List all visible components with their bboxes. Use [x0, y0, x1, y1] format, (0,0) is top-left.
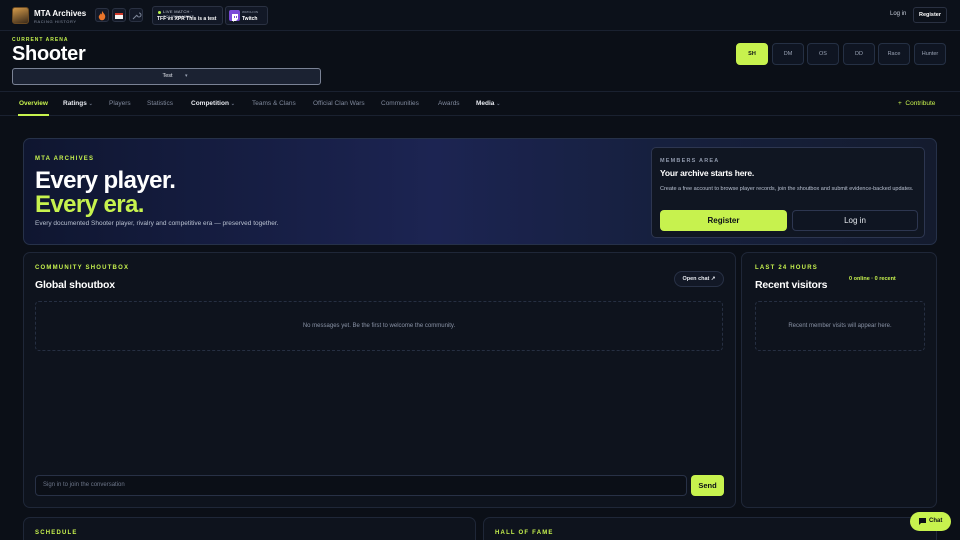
chat-bubble-icon — [919, 518, 926, 525]
hero-headline-line2: Every era. — [35, 191, 144, 218]
shoutbox-messages: No messages yet. Be the first to welcome… — [35, 301, 723, 351]
live-dot-icon — [158, 11, 161, 14]
nav-players[interactable]: Players — [109, 100, 131, 107]
caret-icon: ▾ — [185, 73, 188, 79]
mode-tab-race[interactable]: Race — [878, 43, 910, 65]
visitors-title: Recent visitors — [755, 279, 828, 291]
shoutbox-input-placeholder: Sign in to join the conversation — [43, 482, 125, 488]
login-button[interactable]: Log in — [792, 210, 918, 231]
nav-media-label: Media — [476, 100, 495, 107]
twitch-sub: WATCH ON — [242, 10, 258, 14]
live-match-badge[interactable]: LIVE MATCH · TOURNAMENT TFF vs XPR This … — [152, 6, 223, 25]
nav-ratings[interactable]: Ratings ⌄ — [63, 100, 93, 107]
nav-statistics[interactable]: Statistics — [147, 100, 173, 107]
site-logo[interactable] — [12, 7, 29, 24]
mode-tab-hunter[interactable]: Hunter — [914, 43, 946, 65]
send-button[interactable]: Send — [691, 475, 724, 496]
members-label: MEMBERS AREA — [660, 158, 720, 164]
arena-select-value: Test — [162, 73, 173, 79]
arena-title: Shooter — [12, 43, 86, 65]
nav-overview[interactable]: Overview — [19, 100, 48, 107]
nav-competition-label: Competition — [191, 100, 229, 107]
nav-teams-clans[interactable]: Teams & Clans — [252, 100, 296, 107]
plus-icon: + — [898, 100, 902, 107]
visitors-label: LAST 24 HOURS — [755, 265, 818, 271]
mode-tab-sh[interactable]: SH — [736, 43, 768, 65]
mode-tab-dm[interactable]: DM — [772, 43, 804, 65]
shoutbox-card: COMMUNITY SHOUTBOX Global shoutbox Open … — [23, 252, 736, 508]
members-description: Create a free account to browse player r… — [660, 186, 914, 192]
shoutbox-title: Global shoutbox — [35, 279, 115, 291]
nav-ratings-label: Ratings — [63, 100, 87, 107]
schedule-label: SCHEDULE — [35, 530, 78, 536]
register-button[interactable]: Register — [660, 210, 787, 231]
nav-competition[interactable]: Competition ⌄ — [191, 100, 235, 107]
nav-media[interactable]: Media ⌄ — [476, 100, 500, 107]
nav-official-clan-wars[interactable]: Official Clan Wars — [313, 100, 365, 107]
nav-active-indicator — [18, 114, 49, 116]
members-title: Your archive starts here. — [660, 168, 755, 178]
wrench-icon[interactable] — [129, 8, 143, 22]
mode-tab-os[interactable]: OS — [807, 43, 839, 65]
shoutbox-empty-text: No messages yet. Be the first to welcome… — [302, 323, 456, 329]
twitch-name: Twitch — [242, 16, 258, 22]
contribute-link[interactable]: + Contribute — [898, 100, 935, 107]
members-area-panel: MEMBERS AREA Your archive starts here. C… — [651, 147, 925, 238]
nav-communities[interactable]: Communities — [381, 100, 419, 107]
mode-tab-dd[interactable]: DD — [843, 43, 875, 65]
chat-button[interactable]: Chat — [910, 512, 951, 531]
chevron-down-icon: ⌄ — [496, 101, 501, 107]
login-link[interactable]: Log in — [890, 11, 906, 17]
live-match-text: TFF vs XPR This is a test — [157, 16, 217, 22]
open-chat-button[interactable]: Open chat ↗ — [674, 271, 724, 287]
chevron-down-icon: ⌄ — [88, 101, 93, 107]
visitors-list: Recent member visits will appear here. — [755, 301, 925, 351]
top-bar: MTA Archives RACING HISTORY LIVE MATCH ·… — [0, 0, 960, 31]
register-button-top[interactable]: Register — [913, 7, 947, 23]
hall-of-fame-label: HALL OF FAME — [495, 530, 554, 536]
visitors-empty-text: Recent member visits will appear here. — [788, 323, 892, 329]
main-nav: Overview Ratings ⌄ Players Statistics Co… — [0, 91, 960, 116]
hero-label: MTA ARCHIVES — [35, 156, 95, 162]
chevron-down-icon: ⌄ — [230, 101, 235, 107]
shoutbox-input[interactable]: Sign in to join the conversation — [35, 475, 687, 496]
flame-icon[interactable] — [95, 8, 109, 22]
schedule-card: SCHEDULE — [23, 517, 476, 540]
arena-select[interactable]: Test ▾ — [12, 68, 321, 85]
brand-title[interactable]: MTA Archives — [34, 9, 86, 18]
shoutbox-label: COMMUNITY SHOUTBOX — [35, 265, 130, 271]
visitor-counts: 0 online · 0 recent — [849, 276, 896, 282]
hall-of-fame-card: HALL OF FAME — [483, 517, 937, 540]
twitch-icon — [229, 10, 240, 22]
contribute-label: Contribute — [905, 100, 936, 107]
hero-description: Every documented Shooter player, rivalry… — [35, 220, 279, 227]
brand-subtitle: RACING HISTORY — [34, 19, 77, 24]
twitch-link[interactable]: WATCH ON Twitch — [225, 6, 268, 25]
recent-visitors-card: LAST 24 HOURS Recent visitors Recent mem… — [741, 252, 937, 508]
nav-awards[interactable]: Awards — [438, 100, 460, 107]
flag-icon[interactable] — [112, 8, 126, 22]
chat-button-label: Chat — [929, 518, 943, 524]
